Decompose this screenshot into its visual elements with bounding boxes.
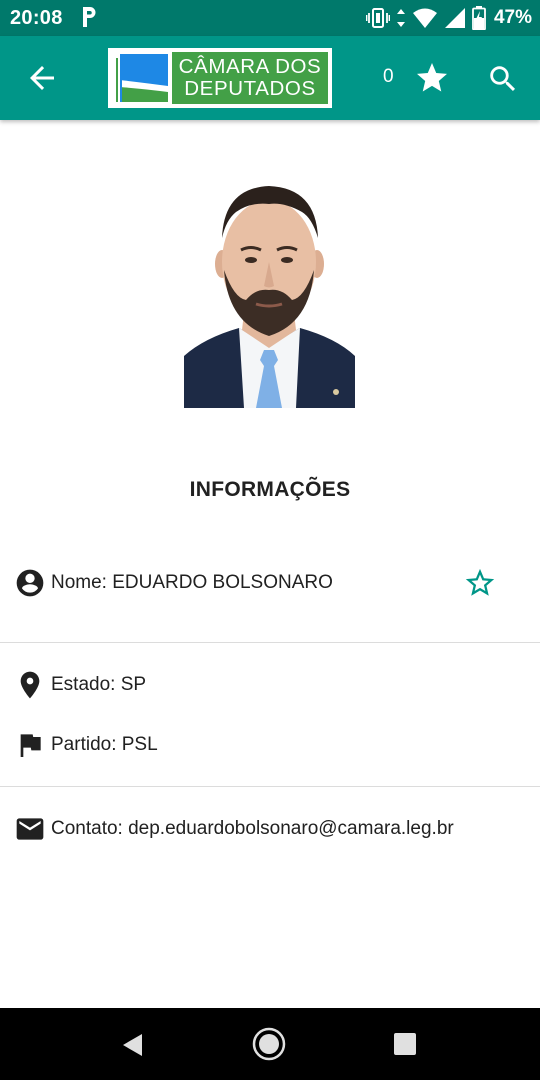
back-triangle-icon[interactable] [120,1032,146,1058]
party-row: Partido: PSL [0,725,540,765]
recents-square-icon[interactable] [393,1032,417,1056]
name-label: Nome: EDUARDO BOLSONARO [51,572,333,593]
deputy-portrait [184,178,355,408]
logo-wordmark: CÂMARA DOS DEPUTADOS [172,52,328,104]
flag-icon [20,734,41,757]
section-title: INFORMAÇÕES [189,478,351,501]
name-row: Nome: EDUARDO BOLSONARO [0,563,540,603]
email-icon [16,818,44,840]
camara-building-logo-icon [112,52,170,104]
state-row: Estado: SP [0,665,540,705]
search-icon[interactable] [486,62,520,96]
status-bar: 20:08 47% [0,0,540,36]
party-label: Partido: PSL [51,734,158,755]
location-pin-icon [20,671,40,699]
logo-line-1: CÂMARA DOS [178,55,322,78]
favorite-star-outline-icon[interactable] [463,566,497,600]
system-icons: 47% [365,6,532,30]
camara-logo: CÂMARA DOS DEPUTADOS [108,48,332,108]
state-label: Estado: SP [51,674,147,695]
parking-notification-icon [83,7,96,27]
logo-line-2: DEPUTADOS [184,77,316,100]
data-arrows-icon [396,9,405,27]
system-nav-bar [0,1008,540,1080]
contact-label[interactable]: Contato: dep.eduardobolsonaro@camara.leg… [51,818,454,840]
contact-row: Contato: dep.eduardobolsonaro@camara.leg… [0,809,540,849]
divider [0,786,540,787]
signal-icon [444,8,465,28]
status-time: 20:08 [10,7,63,29]
app-bar: CÂMARA DOS DEPUTADOS 0 [0,36,540,120]
star-filled-icon[interactable] [414,60,450,96]
back-arrow-icon[interactable] [24,60,60,96]
favorites-count: 0 [383,66,394,87]
battery-charging-icon [472,6,486,30]
wifi-icon [412,8,437,28]
divider [0,642,540,643]
vibrate-icon [365,8,390,28]
home-circle-icon[interactable] [252,1027,286,1061]
battery-percent: 47% [493,7,532,28]
account-circle-icon [16,569,44,597]
